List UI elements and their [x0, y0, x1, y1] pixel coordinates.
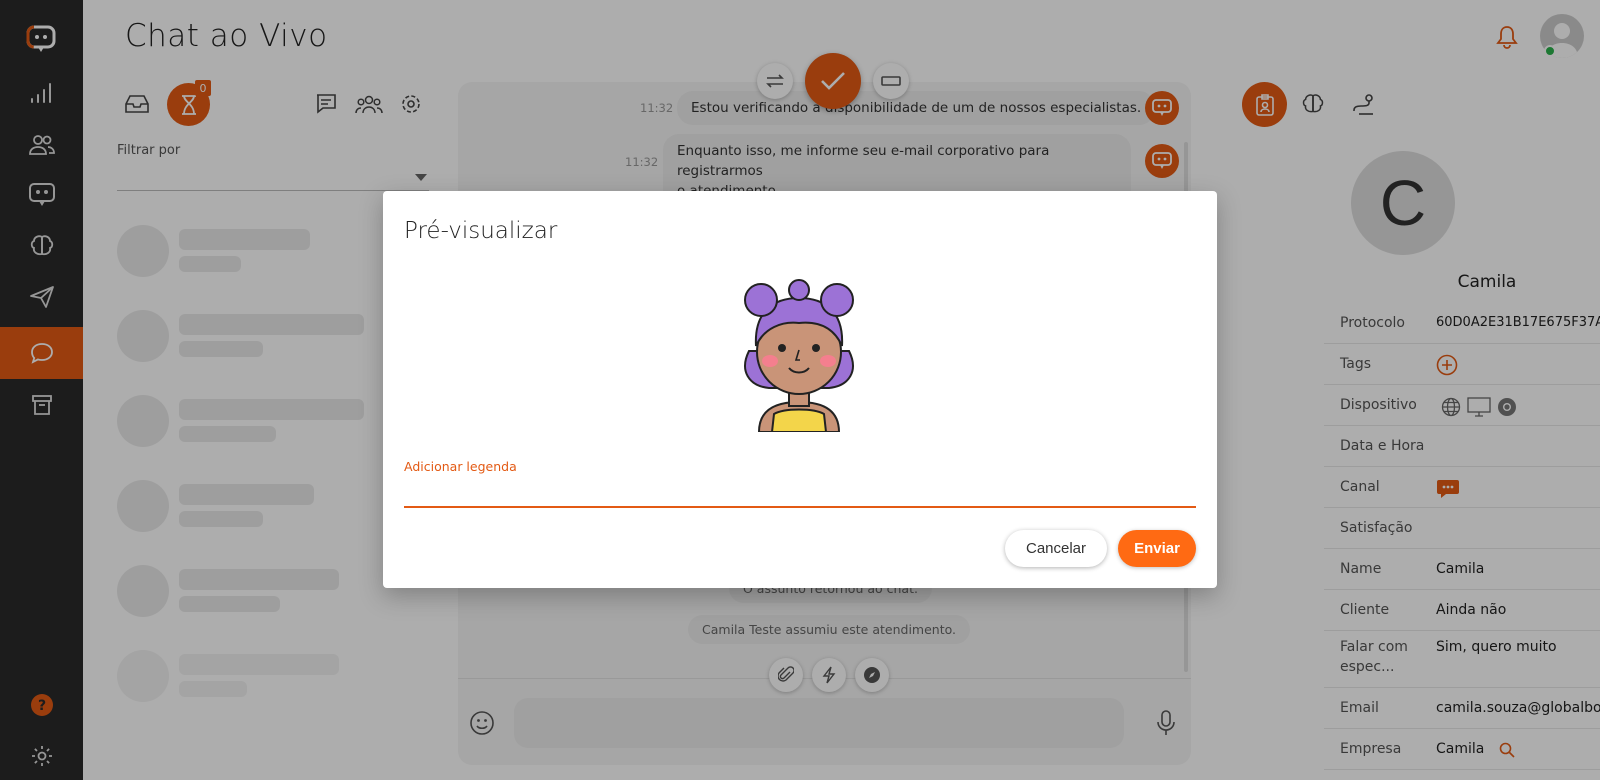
caption-label: Adicionar legenda	[404, 459, 517, 474]
cancel-button[interactable]: Cancelar	[1005, 530, 1107, 567]
caption-input[interactable]	[404, 478, 1196, 505]
caption-underline	[404, 506, 1196, 508]
dialog-title: Pré-visualizar	[404, 218, 558, 244]
preview-dialog: Pré-visualizar Adicionar legenda Cancela…	[383, 191, 1217, 588]
preview-image-girl-avatar	[734, 276, 864, 433]
send-button[interactable]: Enviar	[1118, 530, 1196, 567]
